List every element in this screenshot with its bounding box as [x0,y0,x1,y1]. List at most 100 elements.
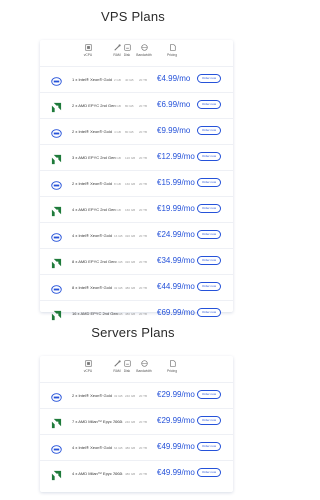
plan-row: 7 x AMD Milan™ Epyc 7003 32 GB 240 GB 20 TB… [40,408,233,434]
vps-header-cpu: vCPU [76,44,100,57]
order-now-button[interactable]: Order now [197,308,221,317]
order-now-button[interactable]: Order now [197,416,221,425]
servers-header-bandwidth-label: Bandwidth [136,369,152,373]
plan-price: €19.99/mo [157,204,195,213]
amd-logo-icon [51,100,62,113]
disk-spec: 480 GB [125,311,136,316]
ram-spec: 4 GB [114,129,121,134]
bandwidth-spec: 20 TB [139,207,147,212]
cpu-spec: 2 x Intel® Xeon® Gold [72,393,112,398]
intel-logo-icon [51,178,62,190]
bandwidth-spec: 20 TB [139,155,147,160]
order-now-button[interactable]: Order now [197,204,221,213]
disk-spec: 480 GB [125,471,136,476]
plan-price: €9.99/mo [157,126,191,135]
servers-header-cpu-label: vCPU [83,369,93,373]
cpu-spec: 1 x Intel® Xeon® Gold [72,77,112,82]
disk-icon [123,44,131,51]
bandwidth-spec: 20 TB [139,471,147,476]
order-now-button[interactable]: Order now [197,468,221,477]
cpu-spec: 8 x Intel® Xeon® Gold [72,285,112,290]
plan-price: €69.99/mo [157,308,195,317]
ram-spec: 64 GB [114,445,123,450]
ram-spec: 64 GB [114,471,123,476]
cpu-spec: 16 x AMD EPYC 2nd Gen [72,311,118,316]
plan-price: €15.99/mo [157,178,195,187]
amd-logo-icon [51,204,62,217]
bandwidth-spec: 20 TB [139,419,147,424]
order-now-button[interactable]: Order now [197,126,221,135]
disk-spec: 160 GB [125,181,136,186]
plan-row: 4 x AMD EPYC 2nd Gen 8 GB 160 GB 20 TB €19.9… [40,196,233,222]
bandwidth-spec: 20 TB [139,181,147,186]
disk-spec: 40 GB [125,77,134,82]
cpu-spec: 2 x Intel® Xeon® Gold [72,129,112,134]
bandwidth-spec: 20 TB [139,259,147,264]
intel-logo-icon [51,74,62,86]
ram-spec: 32 GB [114,393,123,398]
order-now-button[interactable]: Order now [197,100,221,109]
order-now-button[interactable]: Order now [197,178,221,187]
plan-price: €24.99/mo [157,230,195,239]
disk-spec: 120 GB [125,155,136,160]
ram-spec: 16 GB [114,233,123,238]
pricing-icon [169,44,176,51]
intel-logo-icon [51,442,62,454]
servers-header-pricing: Pricing [160,360,184,373]
order-now-button[interactable]: Order now [197,282,221,291]
plan-row: 2 x Intel® Xeon® Gold 8 GB 160 GB 20 TB €15.… [40,170,233,196]
ram-spec: 32 GB [114,311,123,316]
disk-spec: 320 GB [125,233,136,238]
ram-spec: 32 GB [114,285,123,290]
order-now-button[interactable]: Order now [197,442,221,451]
order-now-button[interactable]: Order now [197,152,221,161]
plan-row: 1 x Intel® Xeon® Gold 2 GB 40 GB 20 TB €4.99… [40,66,233,92]
plan-price: €29.99/mo [157,390,195,399]
order-now-button[interactable]: Order now [197,390,221,399]
servers-rows: 2 x Intel® Xeon® Gold 32 GB 240 GB 20 TB €29… [40,382,233,486]
plan-row: 2 x AMD EPYC 2nd Gen 4 GB 80 GB 20 TB €6.99/… [40,92,233,118]
servers-plans-title: Servers Plans [91,325,175,340]
order-now-button[interactable]: Order now [197,230,221,239]
servers-header-bandwidth: Bandwidth [132,360,156,373]
disk-spec: 240 GB [125,393,136,398]
plan-row: 4 x Intel® Xeon® Gold 64 GB 480 GB 20 TB €49… [40,434,233,460]
plan-row: 16 x AMD EPYC 2nd Gen 32 GB 480 GB 20 TB €69… [40,300,233,326]
plan-row: 4 x AMD Milan™ Epyc 7003 64 GB 480 GB 20 TB… [40,460,233,486]
amd-logo-icon [51,256,62,269]
plan-price: €49.99/mo [157,442,195,451]
plan-price: €4.99/mo [157,74,191,83]
bandwidth-spec: 20 TB [139,233,147,238]
bandwidth-spec: 20 TB [139,129,147,134]
servers-table-header: vCPU RAM Disk Bandwidth Pricing [40,356,233,382]
disk-spec: 320 GB [125,259,136,264]
vps-header-pricing-label: Pricing [166,53,178,57]
intel-logo-icon [51,282,62,294]
vps-header-disk-label: Disk [123,53,131,57]
bandwidth-spec: 20 TB [139,393,147,398]
cpu-spec: 2 x AMD EPYC 2nd Gen [72,103,116,108]
amd-logo-icon [51,416,62,429]
servers-header-cpu: vCPU [76,360,100,373]
cpu-spec: 4 x AMD EPYC 2nd Gen [72,207,116,212]
ram-spec: 4 GB [114,103,121,108]
ram-spec: 32 GB [114,419,123,424]
plan-row: 4 x Intel® Xeon® Gold 16 GB 320 GB 20 TB €24… [40,222,233,248]
disk-spec: 480 GB [125,285,136,290]
plan-row: 8 x Intel® Xeon® Gold 32 GB 480 GB 20 TB €44… [40,274,233,300]
plan-row: 8 x AMD EPYC 2nd Gen 16 GB 320 GB 20 TB €34.… [40,248,233,274]
amd-logo-icon [51,468,62,481]
cpu-spec: 3 x AMD EPYC 2nd Gen [72,155,116,160]
servers-plans-table: vCPU RAM Disk Bandwidth Pricing 2 x Inte… [40,356,233,492]
vps-table-header: vCPU RAM Disk Bandwidth Pricing [40,40,233,66]
vps-header-cpu-label: vCPU [83,53,93,57]
order-now-button[interactable]: Order now [197,74,221,83]
order-now-button[interactable]: Order now [197,256,221,265]
vps-header-bandwidth-label: Bandwidth [136,53,152,57]
disk-spec: 80 GB [125,103,134,108]
bandwidth-spec: 20 TB [139,311,147,316]
vps-header-pricing: Pricing [160,44,184,57]
bandwidth-icon [140,44,148,51]
plan-price: €29.99/mo [157,416,195,425]
disk-icon [123,360,131,367]
